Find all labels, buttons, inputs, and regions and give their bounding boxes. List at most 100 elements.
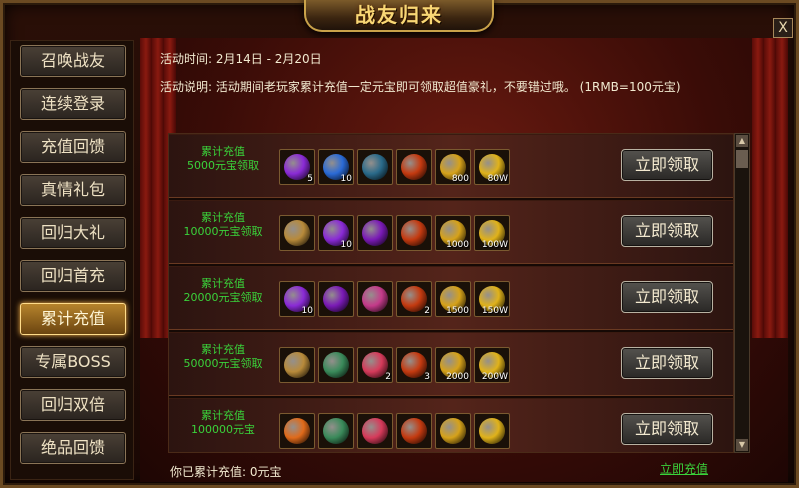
reward-item-slot[interactable] (318, 413, 354, 449)
sidebar: 召唤战友连续登录充值回馈真情礼包回归大礼回归首充累计充值专属BOSS 回归双倍绝品… (10, 40, 134, 480)
sidebar-item-3[interactable]: 真情礼包 (20, 174, 126, 206)
reward-item-slot[interactable]: 5 (279, 149, 315, 185)
item-count: 1500 (446, 306, 469, 316)
reward-tier-label: 累计充值 5000元宝领取 (187, 145, 259, 172)
sidebar-item-7[interactable]: 专属BOSS (20, 346, 126, 378)
reward-item-slot[interactable] (279, 347, 315, 383)
claim-button[interactable]: 立即领取 (621, 347, 713, 379)
total-recharge: 你已累计充值: 0元宝 (170, 465, 282, 479)
scroll-thumb[interactable] (736, 150, 748, 168)
reward-row: 累计充值 5000元宝领取 5 10 800 80W 立即领取 (169, 134, 733, 198)
reward-item-slot[interactable]: 2 (396, 281, 432, 317)
reward-item-slot[interactable] (357, 413, 393, 449)
reward-row: 累计充值 10000元宝领取 10 1000 100W 立即领取 (169, 200, 733, 264)
event-time: 活动时间: 2月14日 - 2月20日 (160, 52, 322, 66)
reward-item-slot[interactable] (357, 149, 393, 185)
reward-tier-label: 累计充值 50000元宝领取 (183, 343, 263, 370)
claim-button[interactable]: 立即领取 (621, 215, 713, 247)
red-orb-icon (401, 154, 427, 180)
gold-ingot-icon (440, 418, 466, 444)
treasure-chest-icon (284, 352, 310, 378)
reward-item-slot[interactable] (318, 347, 354, 383)
sidebar-item-5[interactable]: 回归首充 (20, 260, 126, 292)
reward-item-slot[interactable]: 1500 (435, 281, 471, 317)
reward-item-slot[interactable]: 150W (474, 281, 510, 317)
reward-tier-label: 累计充值 20000元宝领取 (183, 277, 263, 304)
pink-armor-icon (362, 286, 388, 312)
reward-row: 累计充值 50000元宝领取 2 3 2000 200W 立即领取 (169, 332, 733, 396)
reward-item-slot[interactable]: 2 (357, 347, 393, 383)
reward-item-slot[interactable] (279, 413, 315, 449)
reward-item-slot[interactable]: 200W (474, 347, 510, 383)
sidebar-item-6[interactable]: 累计充值 (20, 303, 126, 335)
treasure-chest-icon (284, 220, 310, 246)
jade-chest-icon (323, 418, 349, 444)
sidebar-item-9[interactable]: 绝品回馈 (20, 432, 126, 464)
reward-item-slot[interactable] (396, 413, 432, 449)
feather-icon (362, 352, 388, 378)
scroll-down-icon[interactable]: ▼ (736, 439, 748, 451)
item-count: 150W (481, 306, 508, 316)
red-orb-icon (401, 286, 427, 312)
window-title-plate: 战友归来 (304, 0, 494, 32)
reward-item-slot[interactable] (318, 281, 354, 317)
item-count: 3 (424, 372, 430, 382)
event-description: 活动说明: 活动期间老玩家累计充值一定元宝即可领取超值豪礼，不要错过哦。 (1R… (160, 80, 681, 94)
item-count: 100W (481, 240, 508, 250)
reward-item-slot[interactable]: 10 (318, 215, 354, 251)
sidebar-item-2[interactable]: 充值回馈 (20, 131, 126, 163)
item-count: 80W (487, 174, 508, 184)
reward-item-slot[interactable]: 10 (279, 281, 315, 317)
close-button[interactable]: X (773, 18, 793, 38)
item-count: 2 (424, 306, 430, 316)
curtain-right (752, 38, 788, 338)
reward-row: 累计充值 100000元宝 立即领取 (169, 398, 733, 452)
item-count: 200W (481, 372, 508, 382)
item-count: 10 (340, 174, 352, 184)
reward-item-slot[interactable] (396, 215, 432, 251)
purple-gem-icon (284, 154, 310, 180)
recharge-link[interactable]: 立即充值 (660, 460, 708, 477)
item-count: 1000 (446, 240, 469, 250)
reward-item-slot[interactable] (357, 215, 393, 251)
sidebar-item-4[interactable]: 回归大礼 (20, 217, 126, 249)
purple-orb-icon (362, 220, 388, 246)
gold-pile-icon (479, 418, 505, 444)
item-count: 10 (340, 240, 352, 250)
red-orb-icon (401, 220, 427, 246)
claim-button[interactable]: 立即领取 (621, 149, 713, 181)
reward-item-slot[interactable] (435, 413, 471, 449)
reward-item-slot[interactable]: 100W (474, 215, 510, 251)
skillbook-icon (362, 154, 388, 180)
scroll-up-icon[interactable]: ▲ (736, 135, 748, 147)
reward-item-slot[interactable]: 80W (474, 149, 510, 185)
claim-button[interactable]: 立即领取 (621, 281, 713, 313)
reward-item-slot[interactable] (396, 149, 432, 185)
reward-item-slot[interactable]: 800 (435, 149, 471, 185)
jade-chest-icon (323, 352, 349, 378)
purple-orb-icon (323, 286, 349, 312)
sidebar-item-1[interactable]: 连续登录 (20, 88, 126, 120)
item-count: 2 (385, 372, 391, 382)
claim-button[interactable]: 立即领取 (621, 413, 713, 445)
window-title: 战友归来 (355, 3, 443, 27)
sidebar-item-0[interactable]: 召唤战友 (20, 45, 126, 77)
reward-item-slot[interactable]: 10 (318, 149, 354, 185)
item-count: 800 (451, 174, 469, 184)
reward-item-slot[interactable] (474, 413, 510, 449)
reward-tier-label: 累计充值 10000元宝领取 (183, 211, 263, 238)
flame-icon (284, 418, 310, 444)
red-orb-icon (401, 352, 427, 378)
reward-item-slot[interactable]: 2000 (435, 347, 471, 383)
red-orb-icon (401, 418, 427, 444)
reward-item-slot[interactable] (279, 215, 315, 251)
reward-item-slot[interactable]: 3 (396, 347, 432, 383)
scrollbar[interactable]: ▲ ▼ (734, 133, 750, 453)
item-count: 2000 (446, 372, 469, 382)
main-content: 活动时间: 2月14日 - 2月20日 活动说明: 活动期间老玩家累计充值一定元… (140, 38, 788, 482)
reward-item-slot[interactable] (357, 281, 393, 317)
reward-list: 累计充值 5000元宝领取 5 10 800 80W 立即领取 累计充值 10000元宝领取… (168, 133, 734, 453)
reward-item-slot[interactable]: 1000 (435, 215, 471, 251)
item-count: 10 (301, 306, 313, 316)
sidebar-item-8[interactable]: 回归双倍 (20, 389, 126, 421)
